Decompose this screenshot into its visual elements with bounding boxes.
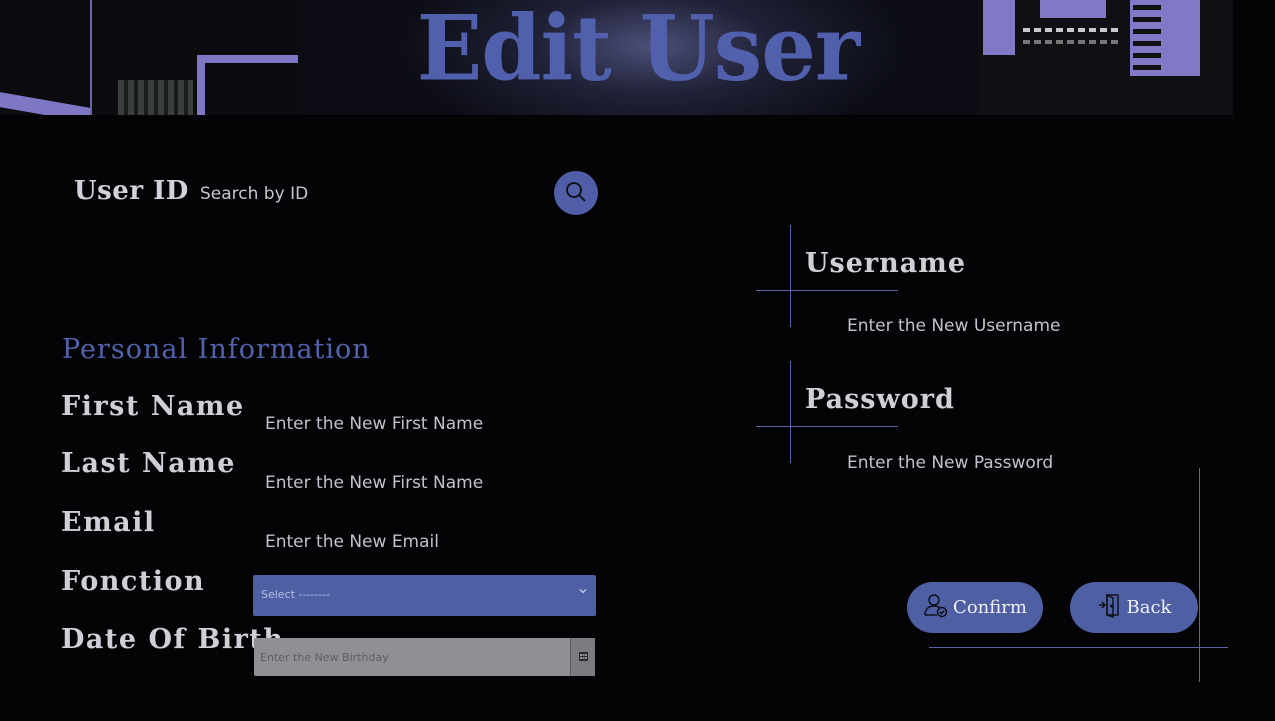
calendar-button[interactable] <box>570 638 595 676</box>
back-button-label: Back <box>1126 597 1172 618</box>
search-button[interactable] <box>554 171 598 215</box>
page-title: Edit User <box>416 0 860 102</box>
first-name-label: First Name <box>61 391 245 422</box>
personal-information-title: Personal Information <box>62 334 371 365</box>
search-icon <box>564 180 588 207</box>
fonction-selected-value: Select -------- <box>261 588 331 601</box>
search-input[interactable] <box>200 180 540 208</box>
username-label: Username <box>805 248 967 279</box>
last-name-label: Last Name <box>61 448 236 479</box>
chevron-down-icon <box>578 586 588 599</box>
password-divider-vertical <box>790 361 791 463</box>
back-button[interactable]: Back <box>1070 582 1198 633</box>
date-of-birth-field[interactable] <box>260 648 560 666</box>
fonction-select[interactable]: Select -------- <box>253 575 596 616</box>
actions-divider-vertical <box>1199 468 1200 682</box>
banner-decoration-right <box>978 0 1233 115</box>
actions-divider-horizontal <box>929 647 1228 648</box>
username-field[interactable] <box>847 313 1187 339</box>
date-of-birth-picker <box>254 638 595 676</box>
last-name-field[interactable] <box>265 470 585 496</box>
banner-title-area: Edit User <box>298 0 978 115</box>
password-field[interactable] <box>847 450 1187 476</box>
fonction-label: Fonction <box>61 566 206 597</box>
first-name-field[interactable] <box>265 411 585 437</box>
header-banner: Edit User <box>0 0 1275 115</box>
email-label: Email <box>61 507 156 538</box>
password-divider-horizontal <box>756 426 898 427</box>
banner-decoration-left <box>0 0 298 115</box>
date-of-birth-label: Date Of Birth <box>61 624 285 655</box>
username-divider-vertical <box>790 225 791 327</box>
door-exit-icon <box>1097 592 1123 623</box>
confirm-button[interactable]: Confirm <box>907 582 1043 633</box>
email-field[interactable] <box>265 529 585 555</box>
password-label: Password <box>805 384 955 415</box>
username-divider-horizontal <box>756 290 898 291</box>
calendar-icon <box>578 648 588 666</box>
confirm-button-label: Confirm <box>953 597 1027 618</box>
user-id-label: User ID <box>74 176 189 206</box>
user-check-icon <box>923 592 949 623</box>
